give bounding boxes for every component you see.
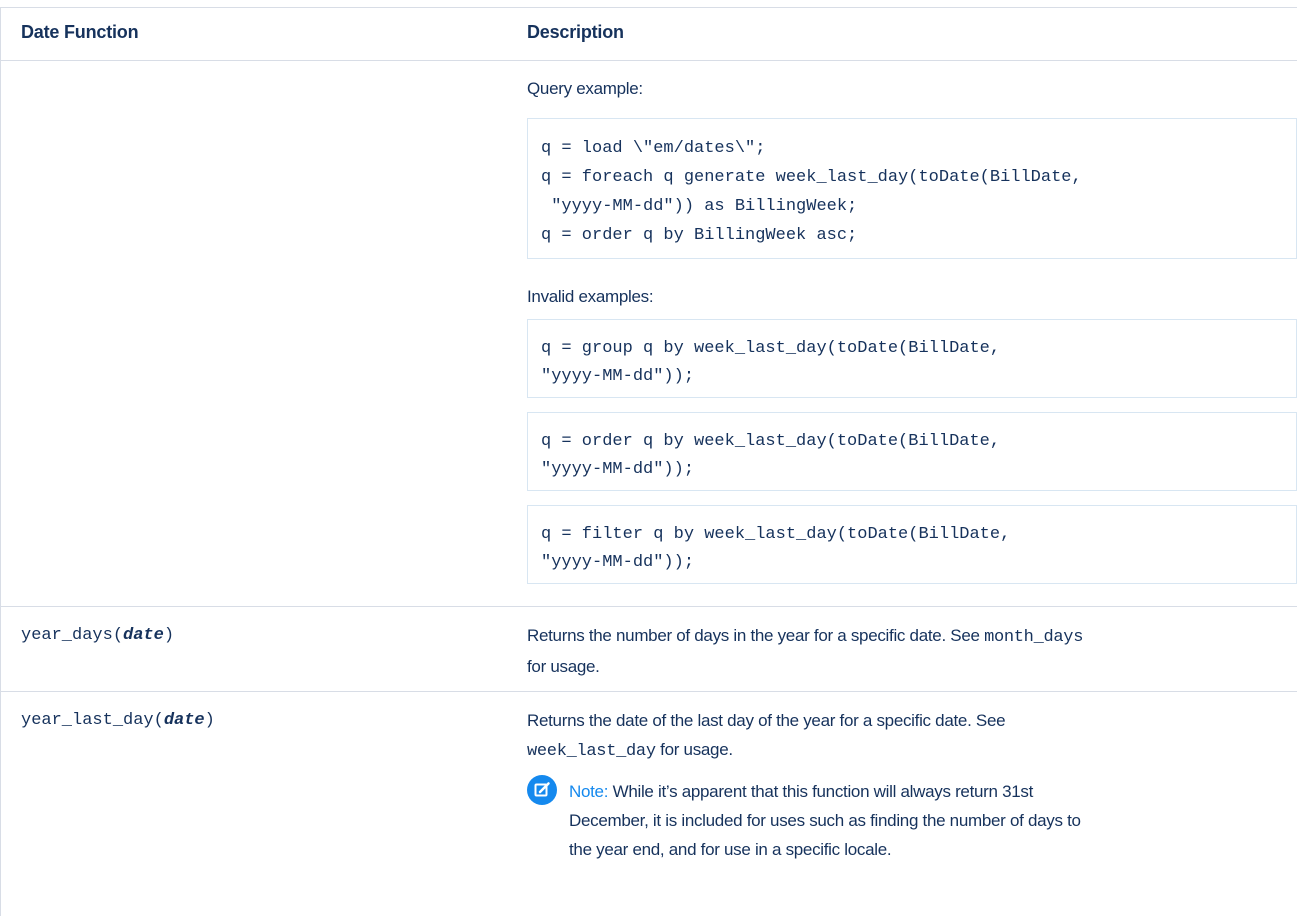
code-line: q = group q by week_last_day(toDate(Bill… bbox=[541, 339, 1001, 358]
description-text: for usage. bbox=[660, 740, 733, 759]
code-line: q = order q by BillingWeek asc; bbox=[541, 226, 858, 245]
invalid-examples-label: Invalid examples: bbox=[527, 287, 654, 306]
description-text: Returns the date of the last day of the … bbox=[527, 711, 1006, 730]
function-close: ) bbox=[163, 626, 175, 645]
code-line: q = filter q by week_last_day(toDate(Bil… bbox=[541, 525, 1011, 544]
column-header-date-function: Date Function bbox=[21, 22, 139, 42]
row-divider-1 bbox=[0, 606, 1297, 607]
description-text: Returns the number of days in the year f… bbox=[527, 626, 980, 645]
table-top-border bbox=[0, 7, 1297, 8]
year-days-description: Returns the number of days in the year f… bbox=[527, 621, 1297, 681]
header-bottom-border bbox=[0, 60, 1297, 61]
edit-note-icon bbox=[527, 775, 557, 805]
function-signature-year-days: year_days(date) bbox=[21, 626, 174, 645]
note-text: Note: While it’s apparent that this func… bbox=[569, 777, 1269, 864]
function-param: date bbox=[163, 711, 205, 730]
code-line: q = load \"em/dates\"; bbox=[541, 139, 766, 158]
table-left-border bbox=[0, 7, 1, 916]
year-last-day-description: Returns the date of the last day of the … bbox=[527, 706, 1297, 766]
column-header-description: Description bbox=[527, 22, 624, 42]
note-label: Note: bbox=[569, 782, 609, 801]
invalid-example-code-block: q = group q by week_last_day(toDate(Bill… bbox=[527, 319, 1297, 398]
description-text: for usage. bbox=[527, 657, 600, 676]
function-name: year_last_day( bbox=[21, 711, 164, 730]
invalid-example-code-block: q = order q by week_last_day(toDate(Bill… bbox=[527, 412, 1297, 491]
code-line: q = foreach q generate week_last_day(toD… bbox=[541, 168, 1082, 187]
query-example-code-block: q = load \"em/dates\"; q = foreach q gen… bbox=[527, 118, 1297, 259]
function-signature-year-last-day: year_last_day(date) bbox=[21, 711, 215, 730]
row-divider-2 bbox=[0, 691, 1297, 692]
function-close: ) bbox=[204, 711, 215, 730]
query-example-label: Query example: bbox=[527, 79, 643, 98]
function-name: year_days( bbox=[21, 626, 124, 645]
function-param: date bbox=[123, 626, 164, 645]
code-line: "yyyy-MM-dd")); bbox=[541, 367, 695, 386]
note-line: the year end, and for use in a specific … bbox=[569, 840, 892, 859]
month-days-code-ref: month_days bbox=[984, 628, 1084, 647]
code-line: "yyyy-MM-dd")); bbox=[541, 460, 695, 479]
invalid-example-code-block: q = filter q by week_last_day(toDate(Bil… bbox=[527, 505, 1297, 584]
week-last-day-code-ref: week_last_day bbox=[527, 742, 656, 761]
note-line: While it’s apparent that this function w… bbox=[612, 782, 1034, 801]
code-line: q = order q by week_last_day(toDate(Bill… bbox=[541, 432, 1001, 451]
code-line: "yyyy-MM-dd")); bbox=[541, 553, 695, 572]
edit-note-icon-glyph bbox=[534, 782, 550, 797]
code-line: "yyyy-MM-dd")) as BillingWeek; bbox=[541, 197, 858, 216]
note-line: December, it is included for uses such a… bbox=[569, 811, 1081, 830]
